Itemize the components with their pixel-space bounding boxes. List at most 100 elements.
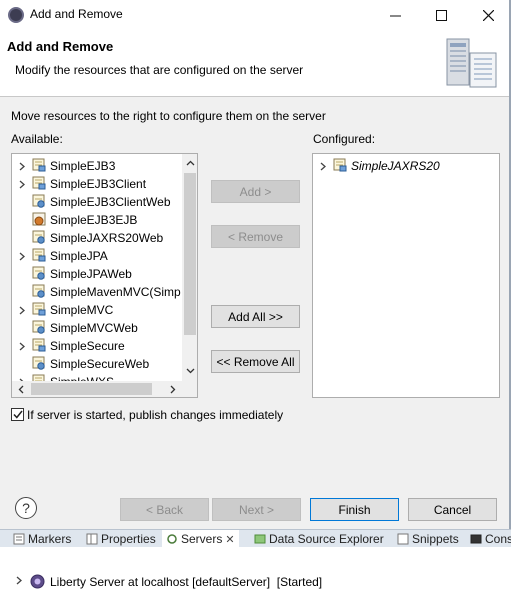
available-item[interactable]: SimpleWXS [16,373,114,381]
configured-tree[interactable]: SimpleJAXRS20 [312,153,500,398]
available-item-label: SimpleEJB3ClientWeb [50,195,171,209]
expand-server-icon[interactable] [16,576,22,588]
markers-icon [13,533,25,545]
console-icon [470,534,482,544]
publish-checkbox-label[interactable]: If server is started, publish changes im… [27,408,283,422]
available-item-label: SimpleMVCWeb [50,321,138,335]
servers-icon [167,534,177,544]
add-all-button[interactable]: Add All >> [211,305,300,328]
eclipse-app-icon [8,7,24,23]
configured-list: SimpleJAXRS20 [313,154,499,397]
available-item-label: SimpleMVC [50,303,114,317]
available-label: Available: [11,132,63,146]
available-item[interactable]: SimpleJPAWeb [16,265,132,283]
web-project-icon [32,230,45,244]
ear-project-icon [32,158,46,175]
scroll-up-icon[interactable] [184,157,196,169]
available-item[interactable]: SimpleMavenMVC(Simp [16,283,181,301]
configured-item-label: SimpleJAXRS20 [351,159,440,173]
available-item[interactable]: SimpleMVCWeb [16,319,138,337]
web-project-icon [32,356,45,370]
tab-data-source-explorer[interactable]: Data Source Explorer [254,532,384,546]
available-tree[interactable]: SimpleEJB3 SimpleEJB3Client SimpleEJB3Clie… [11,153,198,398]
available-item[interactable]: SimpleEJB3Client [16,175,146,193]
publish-checkbox[interactable] [11,408,24,421]
available-item[interactable]: SimpleEJB3EJB [16,211,137,229]
horizontal-scrollbar[interactable] [12,381,182,397]
scroll-left-icon[interactable] [15,383,27,395]
ear-project-icon [32,248,46,265]
remove-all-button[interactable]: << Remove All [211,350,300,373]
checkmark-icon [12,410,23,419]
available-item[interactable]: SimpleJAXRS20Web [16,229,163,247]
data-source-icon [254,534,266,544]
ear-project-icon [32,248,46,261]
available-item-label: SimpleEJB3Client [50,177,147,191]
chevron-right-icon[interactable] [16,306,28,315]
available-item-label: SimpleMavenMVC(Simp [50,285,181,299]
ear-project-icon [32,158,46,171]
scrollbar-thumb[interactable] [184,173,196,335]
remove-button[interactable]: < Remove [211,225,300,248]
chevron-right-icon[interactable] [16,342,28,351]
hscrollbar-thumb[interactable] [31,383,152,395]
web-project-icon [32,266,45,280]
scroll-corner [182,381,197,397]
scroll-right-icon[interactable] [167,383,179,395]
maximize-button[interactable] [418,0,464,30]
window-title: Add and Remove [30,7,123,21]
available-list: SimpleEJB3 SimpleEJB3Client SimpleEJB3Clie… [12,154,182,381]
tab-snippets[interactable]: Snippets [397,532,459,546]
cancel-button[interactable]: Cancel [408,498,497,521]
available-item-label: SimpleEJB3 [50,159,116,173]
available-item[interactable]: SimpleMVC [16,301,113,319]
help-button[interactable]: ? [15,497,37,519]
finish-button[interactable]: Finish [310,498,399,521]
available-item[interactable]: SimpleSecureWeb [16,355,149,373]
back-button[interactable]: < Back [120,498,209,521]
servers-view: Liberty Server at localhost [defaultServ… [0,547,511,605]
close-icon [482,9,494,21]
web-project-icon [32,320,46,337]
chevron-right-icon[interactable] [16,252,28,261]
minimize-button[interactable] [372,0,418,30]
vertical-scrollbar[interactable] [182,154,197,381]
tab-servers[interactable]: Servers ✕ [162,530,239,547]
tab-markers[interactable]: Markers [13,532,71,546]
available-item[interactable]: SimpleEJB3 [16,157,115,175]
tab-console[interactable]: Cons [470,532,511,546]
chevron-right-icon[interactable] [317,162,329,171]
next-button[interactable]: Next > [212,498,301,521]
configured-label: Configured: [313,132,376,146]
server-banner-icon [440,35,500,94]
web-project-icon [32,284,45,298]
close-tab-icon[interactable]: ✕ [225,533,234,546]
minimize-icon [389,15,401,16]
ear-project-icon [32,176,46,189]
ear-project-icon [333,158,347,175]
liberty-server-icon [30,574,45,592]
chevron-right-icon[interactable] [16,180,28,189]
properties-icon [86,533,98,545]
available-item[interactable]: SimpleEJB3ClientWeb [16,193,171,211]
ear-project-icon [32,176,46,193]
wizard-header: Add and Remove Modify the resources that… [0,30,511,97]
maximize-icon [435,9,447,21]
close-button[interactable] [465,0,511,30]
configured-item[interactable]: SimpleJAXRS20 [317,157,440,175]
tab-properties[interactable]: Properties [86,532,156,546]
server-entry[interactable]: Liberty Server at localhost [defaultServ… [50,575,322,589]
ear-project-icon [32,374,46,381]
available-item-label: SimpleEJB3EJB [50,213,138,227]
ejb-project-icon [32,212,46,225]
chevron-right-icon[interactable] [16,162,28,171]
available-item[interactable]: SimpleSecure [16,337,125,355]
ear-project-icon [32,374,45,381]
ear-project-icon [32,338,46,351]
available-item-label: SimpleSecureWeb [50,357,150,371]
available-item[interactable]: SimpleJPA [16,247,108,265]
instructions-text: Move resources to the right to configure… [11,109,326,123]
scroll-down-icon[interactable] [184,365,196,377]
add-button[interactable]: Add > [211,180,300,203]
available-item-label: SimpleJAXRS20Web [50,231,164,245]
